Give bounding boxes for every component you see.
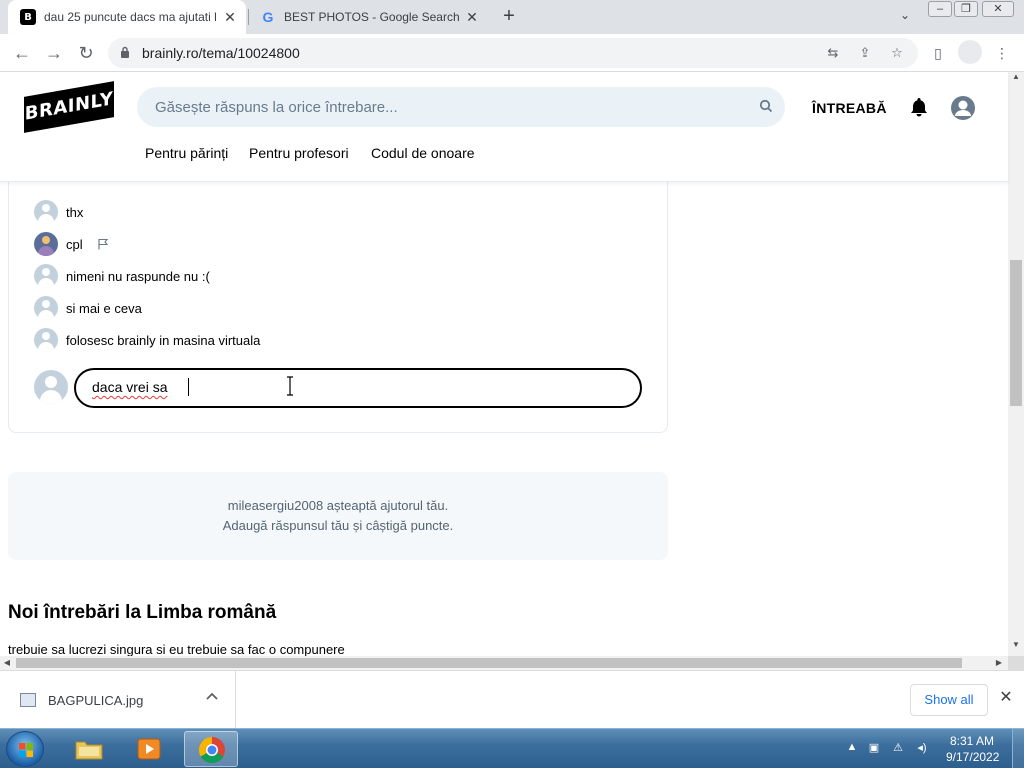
comments-section: thx cpl nimeni nu raspunde nu :( si mai … — [8, 182, 668, 433]
comment-text: si mai e ceva — [66, 300, 142, 316]
horizontal-scrollbar[interactable]: ◀ ▶ — [0, 656, 1008, 670]
start-button[interactable] — [6, 731, 44, 767]
clock-date[interactable]: 9/17/2022 — [946, 750, 999, 764]
avatar — [34, 328, 58, 352]
tab-divider — [248, 9, 249, 25]
comment-reply-row: daca vrei sa — [34, 368, 644, 408]
side-panel-icon[interactable]: ▯ — [928, 43, 948, 63]
show-desktop-button[interactable] — [1012, 729, 1024, 768]
tab-brainly[interactable]: B dau 25 puncute dacs ma ajutati l ✕ — [8, 0, 246, 34]
report-flag-icon[interactable] — [97, 238, 109, 250]
windows-taskbar: ▲ ▣ ⚠ ◂) 8:31 AM 9/17/2022 — [0, 728, 1024, 768]
comment-text: nimeni nu raspunde nu :( — [66, 268, 210, 284]
earn-points-text: Adaugă răspunsul tău și câștigă puncte. — [222, 518, 454, 533]
show-all-downloads-button[interactable]: Show all — [910, 684, 988, 716]
subnav-parents[interactable]: Pentru părinți — [145, 145, 228, 161]
scroll-left-arrow-icon[interactable]: ◀ — [0, 656, 14, 670]
search-icon[interactable] — [759, 99, 773, 113]
address-bar[interactable]: brainly.ro/tema/10024800 ⇆ ⇪ ☆ — [108, 38, 918, 68]
comment-text: cpl — [66, 236, 83, 252]
scroll-up-arrow-icon[interactable]: ▲ — [1008, 72, 1024, 86]
avatar — [34, 296, 58, 320]
volume-icon[interactable]: ◂) — [914, 741, 930, 757]
close-window-icon[interactable]: ✕ — [982, 1, 1014, 17]
image-file-icon — [20, 693, 36, 707]
comment-item: si mai e ceva — [34, 296, 142, 320]
comment-text: folosesc brainly in masina virtuala — [66, 332, 261, 348]
tab-search-chevron-icon[interactable]: ⌄ — [896, 8, 914, 26]
network-status-icon[interactable]: ⚠ — [890, 741, 906, 757]
forward-arrow-icon[interactable]: → — [42, 41, 66, 65]
avatar — [34, 264, 58, 288]
bookmark-star-icon[interactable]: ☆ — [888, 44, 906, 62]
question-link[interactable]: trebuie sa lucrezi singura si eu trebuie… — [8, 642, 345, 656]
avatar — [34, 370, 68, 404]
translate-icon[interactable]: ⇆ — [824, 44, 842, 62]
tab-title: dau 25 puncute dacs ma ajutati l — [44, 10, 217, 24]
tab-google[interactable]: G BEST PHOTOS - Google Search ✕ — [250, 0, 488, 34]
comment-input-value: daca vrei sa — [92, 379, 168, 395]
folder-icon — [75, 741, 103, 760]
close-tab-icon[interactable]: ✕ — [462, 9, 482, 26]
profile-avatar[interactable] — [958, 40, 982, 64]
site-search-bar[interactable]: Găsește răspuns la orice întrebare... — [137, 87, 785, 127]
subnav-honor-code[interactable]: Codul de onoare — [371, 145, 475, 161]
comment-item: nimeni nu raspunde nu :( — [34, 264, 210, 288]
scroll-right-arrow-icon[interactable]: ▶ — [992, 656, 1006, 670]
share-icon[interactable]: ⇪ — [856, 44, 874, 62]
brainly-logo[interactable]: BRAINLY — [24, 81, 114, 133]
vertical-scrollbar[interactable]: ▲ ▼ — [1008, 72, 1024, 656]
chrome-icon — [198, 736, 225, 764]
menu-kebab-icon[interactable]: ⋮ — [992, 43, 1012, 63]
subnav-teachers[interactable]: Pentru profesori — [249, 145, 349, 161]
url-text: brainly.ro/tema/10024800 — [142, 45, 300, 61]
close-tab-icon[interactable]: ✕ — [220, 9, 240, 26]
new-questions-heading: Noi întrebări la Limba română — [8, 602, 277, 623]
comment-text: thx — [66, 204, 84, 220]
download-item[interactable]: BAGPULICA.jpg — [0, 671, 236, 729]
close-download-bar-icon[interactable]: ✕ — [996, 687, 1016, 711]
tab-title: BEST PHOTOS - Google Search — [284, 10, 460, 24]
restore-window-icon[interactable]: ❐ — [954, 1, 978, 17]
ask-question-button[interactable]: ÎNTREABĂ — [812, 100, 887, 116]
media-player-taskbar-button[interactable] — [122, 731, 176, 767]
text-cursor-icon — [287, 376, 293, 396]
scrollbar-corner — [1008, 656, 1024, 670]
download-filename: BAGPULICA.jpg — [48, 693, 144, 708]
minimize-window-icon[interactable]: – — [928, 1, 952, 17]
text-caret — [188, 378, 189, 396]
google-favicon-icon: G — [262, 9, 274, 25]
search-placeholder: Găsește răspuns la orice întrebare... — [155, 99, 398, 116]
user-profile-icon[interactable] — [950, 95, 976, 121]
tab-strip: B dau 25 puncute dacs ma ajutati l ✕ G B… — [0, 0, 1024, 34]
comment-item: thx — [34, 200, 83, 224]
awaiting-help-text: mileasergiu2008 așteaptă ajutorul tău. — [227, 498, 449, 513]
comment-item: folosesc brainly in masina virtuala — [34, 328, 260, 352]
scroll-down-arrow-icon[interactable]: ▼ — [1008, 640, 1024, 654]
media-player-icon — [137, 738, 161, 760]
chrome-taskbar-button[interactable] — [184, 731, 238, 767]
download-bar: BAGPULICA.jpg Show all ✕ — [0, 670, 1024, 729]
avatar — [34, 200, 58, 224]
reload-icon[interactable]: ↻ — [74, 41, 98, 65]
file-explorer-taskbar-button[interactable] — [62, 731, 116, 767]
scrollbar-thumb[interactable] — [1010, 260, 1022, 406]
page-content: thx cpl nimeni nu raspunde nu :( si mai … — [0, 182, 1008, 656]
windows-logo-icon — [19, 743, 33, 757]
comment-item: cpl — [34, 232, 109, 256]
notification-bell-icon[interactable] — [908, 96, 930, 118]
back-arrow-icon[interactable]: ← — [10, 41, 34, 65]
tray-expand-arrow-icon[interactable]: ▲ — [844, 741, 860, 757]
tray-device-icon[interactable]: ▣ — [866, 741, 882, 757]
site-header: BRAINLY Găsește răspuns la orice întreba… — [0, 72, 1008, 182]
brainly-favicon-icon: B — [20, 9, 36, 25]
scrollbar-thumb[interactable] — [16, 658, 962, 668]
awaiting-help-banner: mileasergiu2008 așteaptă ajutorul tău. A… — [8, 472, 668, 560]
chevron-up-icon[interactable] — [204, 689, 220, 705]
new-tab-button[interactable]: + — [498, 5, 520, 27]
browser-toolbar: ← → ↻ brainly.ro/tema/10024800 ⇆ ⇪ ☆ ▯ ⋮ — [0, 34, 1024, 72]
lock-icon — [121, 46, 129, 58]
avatar — [34, 232, 58, 256]
clock-time[interactable]: 8:31 AM — [950, 734, 994, 748]
